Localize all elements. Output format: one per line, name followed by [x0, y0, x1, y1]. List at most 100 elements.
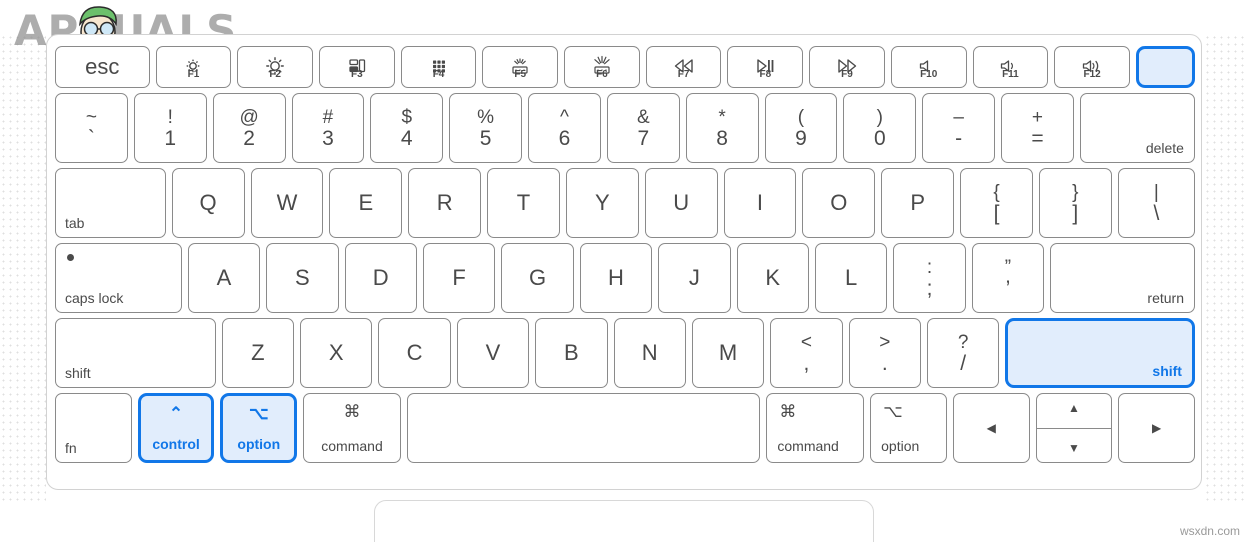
- key-command-right[interactable]: ⌘ command: [766, 393, 865, 463]
- key-shift-right[interactable]: shift: [1005, 318, 1195, 388]
- key-period[interactable]: >.: [848, 318, 921, 388]
- key-h[interactable]: H: [579, 243, 653, 313]
- key-return[interactable]: return: [1050, 243, 1195, 313]
- key-r[interactable]: R: [408, 168, 482, 238]
- key-u[interactable]: U: [644, 168, 718, 238]
- trackpad[interactable]: [374, 500, 874, 542]
- key-label: N: [641, 340, 658, 365]
- key-f8[interactable]: F8: [727, 46, 804, 88]
- key-esc[interactable]: esc: [55, 46, 150, 88]
- key-command-left[interactable]: ⌘ command: [303, 393, 401, 463]
- key-shift-left[interactable]: shift: [55, 318, 216, 388]
- key-quote[interactable]: ”’: [971, 243, 1045, 313]
- key-seven[interactable]: & 7: [606, 93, 680, 163]
- key-control-left[interactable]: ⌃ control: [137, 393, 215, 463]
- key-power-touchid[interactable]: [1135, 46, 1195, 88]
- key-k[interactable]: K: [736, 243, 809, 313]
- key-fn[interactable]: fn: [55, 393, 132, 463]
- arrow-left-icon: ◀: [986, 421, 996, 435]
- key-f9[interactable]: F9: [809, 46, 885, 88]
- key-backtick[interactable]: ~ `: [55, 93, 128, 163]
- key-lower-glyph: 8: [716, 127, 728, 150]
- key-comma[interactable]: <,: [770, 318, 843, 388]
- key-f7[interactable]: F7: [645, 46, 722, 88]
- key-one[interactable]: ! 1: [133, 93, 207, 163]
- key-c[interactable]: C: [378, 318, 451, 388]
- key-f12[interactable]: F12: [1054, 46, 1130, 88]
- key-s[interactable]: S: [266, 243, 339, 313]
- key-f4[interactable]: F4: [400, 46, 477, 88]
- key-z[interactable]: Z: [221, 318, 295, 388]
- key-arrow-left[interactable]: ◀: [952, 393, 1030, 463]
- key-d[interactable]: D: [344, 243, 417, 313]
- key-tab[interactable]: tab: [55, 168, 166, 238]
- key-caps-lock[interactable]: caps lock: [55, 243, 182, 313]
- key-x[interactable]: X: [300, 318, 373, 388]
- key-label: B: [563, 340, 579, 365]
- key-m[interactable]: M: [691, 318, 765, 388]
- key-space[interactable]: [406, 393, 761, 463]
- key-two[interactable]: @2: [212, 93, 286, 163]
- key-label: I: [756, 190, 764, 215]
- home-row: caps lock A S D F G H J K L:;”’ return: [47, 243, 1201, 313]
- key-q[interactable]: Q: [171, 168, 245, 238]
- key-f1[interactable]: F1: [155, 46, 232, 88]
- key-six[interactable]: ^ 6: [528, 93, 601, 163]
- key-l[interactable]: L: [814, 243, 888, 313]
- key-option-left[interactable]: ⌥ option: [220, 393, 298, 463]
- key-p[interactable]: P: [881, 168, 955, 238]
- key-y[interactable]: Y: [565, 168, 639, 238]
- key-label: P: [910, 190, 926, 215]
- key-b[interactable]: B: [535, 318, 608, 388]
- key-semicolon[interactable]: :;: [893, 243, 966, 313]
- key-arrow-right[interactable]: ▶: [1118, 393, 1195, 463]
- key-label: V: [485, 340, 501, 365]
- background-dot-pattern-left: [0, 34, 46, 504]
- key-f6[interactable]: F6: [564, 46, 640, 88]
- key-f3[interactable]: F3: [319, 46, 395, 88]
- key-f11[interactable]: F11: [972, 46, 1049, 88]
- key-five[interactable]: % 5: [449, 93, 523, 163]
- key-a[interactable]: A: [187, 243, 261, 313]
- key-label: shift: [1152, 363, 1182, 379]
- key-minus[interactable]: – -: [922, 93, 996, 163]
- key-lower-glyph: -: [955, 127, 963, 150]
- key-bracket-left[interactable]: {[: [960, 168, 1033, 238]
- arrow-key-divider: [1036, 428, 1112, 429]
- key-f10[interactable]: F10: [890, 46, 967, 88]
- key-label: caps lock: [65, 290, 124, 306]
- key-label: O: [830, 190, 848, 215]
- key-j[interactable]: J: [658, 243, 731, 313]
- fn-label: F1: [187, 69, 200, 80]
- key-g[interactable]: G: [501, 243, 574, 313]
- key-nine[interactable]: (9: [764, 93, 838, 163]
- key-equal[interactable]: + =: [1001, 93, 1074, 163]
- fn-label: F6: [596, 69, 608, 80]
- key-i[interactable]: I: [723, 168, 797, 238]
- fn-label: F9: [841, 69, 853, 80]
- key-three[interactable]: #3: [291, 93, 365, 163]
- key-v[interactable]: V: [456, 318, 530, 388]
- key-four[interactable]: $4: [370, 93, 444, 163]
- key-delete[interactable]: delete: [1079, 93, 1195, 163]
- arrow-up-icon[interactable]: ▲: [1037, 402, 1112, 414]
- key-label: Q: [199, 190, 217, 215]
- key-zero[interactable]: ) 0: [843, 93, 917, 163]
- key-option-right[interactable]: ⌥ option: [870, 393, 947, 463]
- key-e[interactable]: E: [329, 168, 403, 238]
- key-backslash[interactable]: | \: [1117, 168, 1195, 238]
- key-bracket-right[interactable]: }]: [1038, 168, 1112, 238]
- wsxdn-watermark: wsxdn.com: [1179, 524, 1240, 538]
- key-lower-glyph: 9: [795, 127, 807, 150]
- arrow-down-icon[interactable]: ▼: [1037, 442, 1112, 454]
- key-o[interactable]: O: [802, 168, 876, 238]
- key-f[interactable]: F: [422, 243, 496, 313]
- key-arrow-up-down[interactable]: ▲ ▼: [1035, 393, 1113, 463]
- key-t[interactable]: T: [487, 168, 560, 238]
- key-slash[interactable]: ? /: [927, 318, 1000, 388]
- key-f5[interactable]: F5: [482, 46, 559, 88]
- key-n[interactable]: N: [613, 318, 686, 388]
- key-f2[interactable]: F2: [237, 46, 313, 88]
- key-w[interactable]: W: [250, 168, 324, 238]
- key-eight[interactable]: * 8: [685, 93, 759, 163]
